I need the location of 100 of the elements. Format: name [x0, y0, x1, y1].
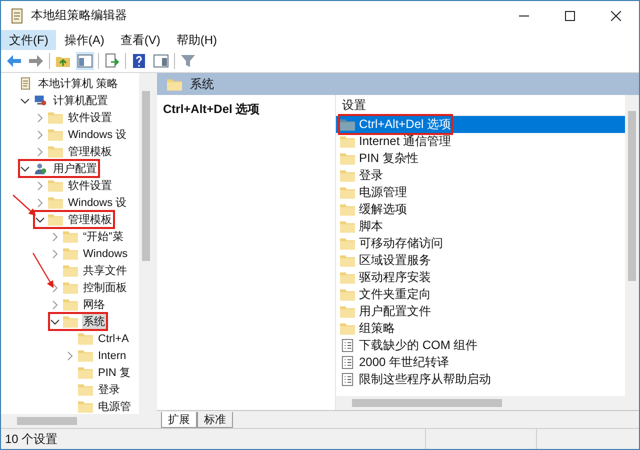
setting-icon	[340, 339, 355, 352]
folder-icon	[340, 220, 355, 233]
settings-row[interactable]: Ctrl+Alt+Del 选项	[336, 116, 625, 133]
setting-icon	[340, 356, 355, 369]
settings-row[interactable]: 组策略	[336, 320, 625, 337]
tree-item[interactable]: Intern	[1, 347, 139, 364]
setting-label: 缓解选项	[359, 201, 407, 218]
folder-icon	[48, 179, 63, 192]
folder-icon	[340, 271, 355, 284]
chevron-right-icon[interactable]	[65, 350, 75, 360]
chevron-right-icon[interactable]	[50, 232, 60, 242]
folder-icon	[48, 128, 63, 141]
help-icon[interactable]	[130, 52, 148, 70]
settings-row[interactable]: 限制这些程序从帮助启动	[336, 371, 625, 388]
folder-icon	[340, 322, 355, 335]
setting-label: 区域设置服务	[359, 252, 431, 269]
tree-item[interactable]: 电源管	[1, 398, 139, 414]
tree-label: 管理模板	[67, 213, 113, 227]
settings-row[interactable]: 2000 年世纪转译	[336, 354, 625, 371]
tree-item[interactable]: 控制面板	[1, 279, 139, 296]
chevron-down-icon[interactable]	[20, 96, 30, 106]
folder-icon	[78, 383, 93, 396]
tree-label: 系统	[82, 314, 106, 329]
setting-label: Ctrl+Alt+Del 选项	[359, 116, 452, 133]
folder-icon	[48, 111, 63, 124]
settings-row[interactable]: 脚本	[336, 218, 625, 235]
document-icon	[18, 77, 33, 90]
view-tab[interactable]: 扩展	[161, 412, 197, 428]
folder-icon	[63, 230, 78, 243]
menu-item[interactable]: 帮助(H)	[168, 30, 225, 50]
chevron-down-icon[interactable]	[20, 164, 30, 174]
settings-row[interactable]: Internet 通信管理	[336, 133, 625, 150]
tree-item[interactable]: 本地计算机 策略	[1, 75, 139, 92]
menu-item[interactable]: 文件(F)	[1, 30, 56, 50]
tree-item[interactable]: 登录	[1, 381, 139, 398]
settings-row[interactable]: 用户配置文件	[336, 303, 625, 320]
settings-row[interactable]: 驱动程序安装	[336, 269, 625, 286]
tree-item[interactable]: 软件设置	[1, 109, 139, 126]
chevron-right-icon[interactable]	[35, 112, 45, 122]
settings-row[interactable]: 电源管理	[336, 184, 625, 201]
annotation-arrow	[32, 252, 54, 288]
computer-icon	[33, 94, 48, 107]
tree-label: 网络	[82, 298, 106, 312]
tree-item[interactable]: Windows	[1, 245, 139, 262]
header-title: 系统	[190, 76, 214, 92]
chevron-right-icon[interactable]	[35, 180, 45, 190]
setting-label: Internet 通信管理	[359, 133, 452, 150]
tree-item[interactable]: 软件设置	[1, 177, 139, 194]
horizontal-scrollbar[interactable]	[336, 396, 639, 410]
tree-label: 用户配置	[52, 162, 98, 176]
settings-row[interactable]: 文件夹重定向	[336, 286, 625, 303]
export-icon[interactable]	[103, 52, 121, 70]
tree-item[interactable]: Ctrl+A	[1, 330, 139, 347]
status-text: 10 个设置	[4, 430, 59, 448]
setting-label: 下载缺少的 COM 组件	[359, 337, 478, 354]
settings-row[interactable]: 下载缺少的 COM 组件	[336, 337, 625, 354]
folder-icon	[78, 366, 93, 379]
tree-label: PIN 复	[97, 366, 132, 380]
tree-item[interactable]: 计算机配置	[1, 92, 139, 109]
forward-arrow-icon[interactable]	[27, 52, 45, 70]
folder-icon	[63, 298, 78, 311]
settings-row[interactable]: 区域设置服务	[336, 252, 625, 269]
setting-label: 2000 年世纪转译	[359, 354, 450, 371]
chevron-right-icon[interactable]	[35, 198, 45, 208]
tree-item[interactable]: 管理模板	[1, 211, 139, 228]
chevron-right-icon[interactable]	[35, 146, 45, 156]
tree-item[interactable]: Windows 设	[1, 126, 139, 143]
chevron-right-icon[interactable]	[35, 130, 45, 140]
panel-icon[interactable]	[76, 52, 94, 70]
tree-label: 本地计算机 策略	[37, 77, 120, 91]
user-icon	[33, 162, 48, 175]
chevron-down-icon[interactable]	[35, 214, 45, 224]
tree-item[interactable]: PIN 复	[1, 364, 139, 381]
folder-icon	[340, 288, 355, 301]
tree-item[interactable]: 用户配置	[1, 160, 139, 177]
tree-label: 登录	[97, 383, 121, 397]
horizontal-scrollbar[interactable]	[1, 414, 153, 428]
tree-item[interactable]: 共享文件	[1, 262, 139, 279]
view-tab[interactable]: 标准	[197, 412, 233, 428]
tree-item[interactable]: 管理模板	[1, 143, 139, 160]
panel-icon[interactable]	[152, 52, 170, 70]
tree-item[interactable]: 网络	[1, 296, 139, 313]
tree-item[interactable]: “开始”菜	[1, 228, 139, 245]
menu-item[interactable]: 查看(V)	[112, 30, 168, 50]
chevron-right-icon[interactable]	[50, 248, 60, 258]
settings-row[interactable]: PIN 复杂性	[336, 150, 625, 167]
settings-row[interactable]: 登录	[336, 167, 625, 184]
vertical-scrollbar[interactable]	[625, 95, 639, 396]
tree-item[interactable]: 系统	[1, 313, 139, 330]
menu-item[interactable]: 操作(A)	[56, 30, 112, 50]
settings-row[interactable]: 缓解选项	[336, 201, 625, 218]
chevron-down-icon[interactable]	[50, 316, 60, 326]
setting-label: 文件夹重定向	[359, 286, 431, 303]
annotation-arrow	[12, 194, 36, 216]
tree-label: 软件设置	[67, 111, 113, 125]
chevron-right-icon[interactable]	[50, 282, 60, 292]
chevron-right-icon[interactable]	[50, 300, 60, 310]
filter-icon[interactable]	[179, 52, 197, 70]
settings-row[interactable]: 可移动存储访问	[336, 235, 625, 252]
tree-item[interactable]: Windows 设	[1, 194, 139, 211]
